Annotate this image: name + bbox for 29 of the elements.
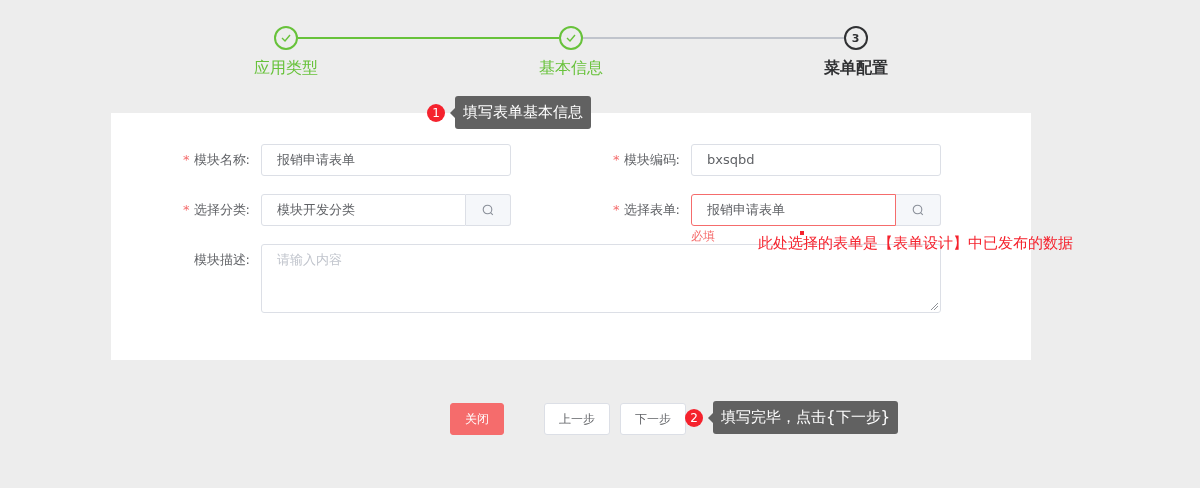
step-label: 基本信息	[538, 58, 603, 79]
required-mark: *	[613, 152, 620, 167]
field-label: 模块名称:	[193, 152, 250, 167]
step-label: 应用类型	[253, 58, 318, 79]
step-label: 菜单配置	[823, 58, 888, 79]
step-number: 3	[843, 26, 868, 50]
text-field[interactable]: 模块开发分类	[261, 194, 466, 226]
tooltip: 填写完毕，点击{下一步}	[713, 401, 899, 434]
number-badge: 1	[427, 103, 445, 122]
field-label: 选择表单:	[623, 202, 680, 217]
search-icon	[482, 204, 494, 216]
step-button[interactable]: 上一步	[544, 403, 610, 435]
required-mark: *	[183, 152, 190, 167]
field-label: 模块描述:	[193, 252, 250, 267]
field-label: 模块编码:	[623, 152, 680, 167]
text-field[interactable]: bxsqbd	[691, 144, 941, 176]
text-field[interactable]: 报销申请表单	[261, 144, 511, 176]
search-button[interactable]	[466, 194, 511, 226]
number-badge: 2	[685, 408, 703, 427]
required-mark: *	[183, 202, 190, 217]
search-icon	[912, 204, 924, 216]
text-field[interactable]: 报销申请表单	[691, 194, 896, 226]
required-mark: *	[613, 202, 620, 217]
step-button[interactable]: 下一步	[620, 403, 686, 435]
tooltip: 填写表单基本信息	[455, 96, 591, 129]
resize-handle-icon[interactable]	[931, 303, 938, 310]
error-message: 必填	[691, 228, 715, 245]
search-button[interactable]	[896, 194, 941, 226]
field-label: 选择分类:	[193, 202, 250, 217]
